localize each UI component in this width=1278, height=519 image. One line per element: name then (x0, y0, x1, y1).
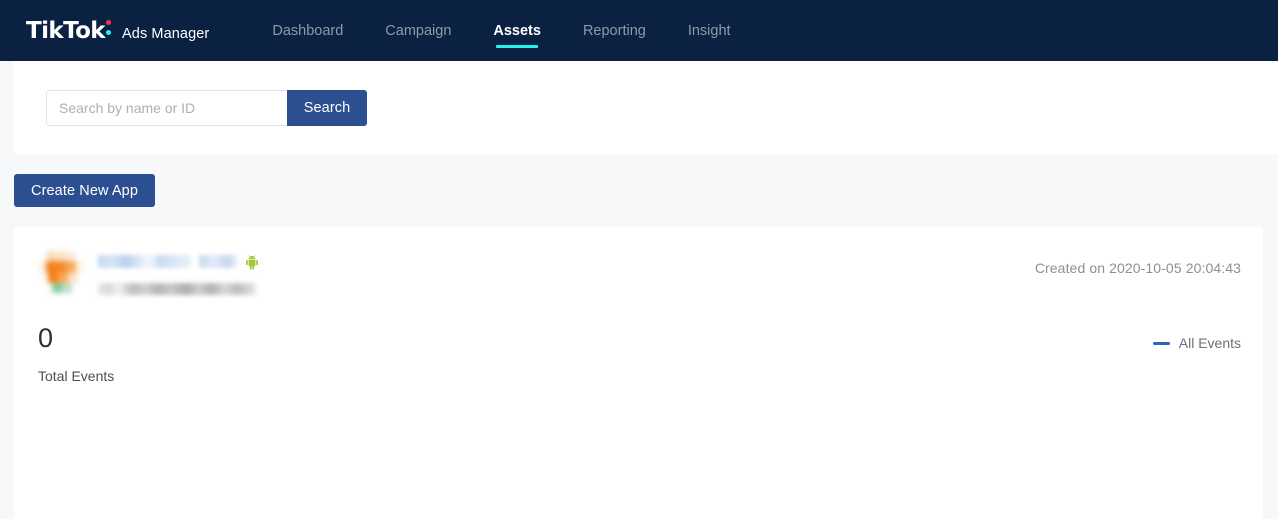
app-id-redacted (98, 283, 256, 295)
nav-item-campaign[interactable]: Campaign (364, 0, 472, 61)
app-icon (38, 249, 84, 295)
nav-item-dashboard[interactable]: Dashboard (251, 0, 364, 61)
search-input[interactable] (46, 90, 287, 126)
product-name-label: Ads Manager (122, 26, 209, 42)
app-name-redacted-secondary (199, 255, 237, 268)
page-content: Search Create New App (0, 61, 1278, 519)
app-card: Created on 2020-10-05 20:04:43 0 Total E… (14, 227, 1263, 519)
brand-logo[interactable]: TikTok Ads Manager (26, 18, 209, 43)
total-events-value: 0 (38, 325, 1241, 352)
actions-band: Create New App (0, 154, 1278, 227)
android-icon (245, 254, 259, 270)
nav-item-insight[interactable]: Insight (667, 0, 752, 61)
search-panel: Search (14, 61, 1278, 154)
create-new-app-button[interactable]: Create New App (14, 174, 155, 207)
primary-nav: Dashboard Campaign Assets Reporting Insi… (251, 0, 751, 61)
app-name-redacted (98, 255, 191, 268)
legend-swatch-all-events (1153, 342, 1170, 345)
created-on-label: Created on 2020-10-05 20:04:43 (1035, 260, 1241, 276)
top-navigation-bar: TikTok Ads Manager Dashboard Campaign As… (0, 0, 1278, 61)
search-group: Search (46, 90, 367, 126)
total-events-label: Total Events (38, 368, 1241, 384)
search-button[interactable]: Search (287, 90, 367, 126)
legend-label-all-events: All Events (1179, 335, 1241, 351)
nav-item-assets[interactable]: Assets (472, 0, 562, 61)
chart-legend[interactable]: All Events (1153, 335, 1241, 351)
tiktok-logo-colon-icon (106, 18, 113, 38)
nav-item-reporting[interactable]: Reporting (562, 0, 667, 61)
tiktok-logo-icon: TikTok (26, 18, 113, 43)
app-card-header: Created on 2020-10-05 20:04:43 (38, 249, 1241, 307)
events-chart: 0 Total Events All Events (38, 325, 1241, 519)
